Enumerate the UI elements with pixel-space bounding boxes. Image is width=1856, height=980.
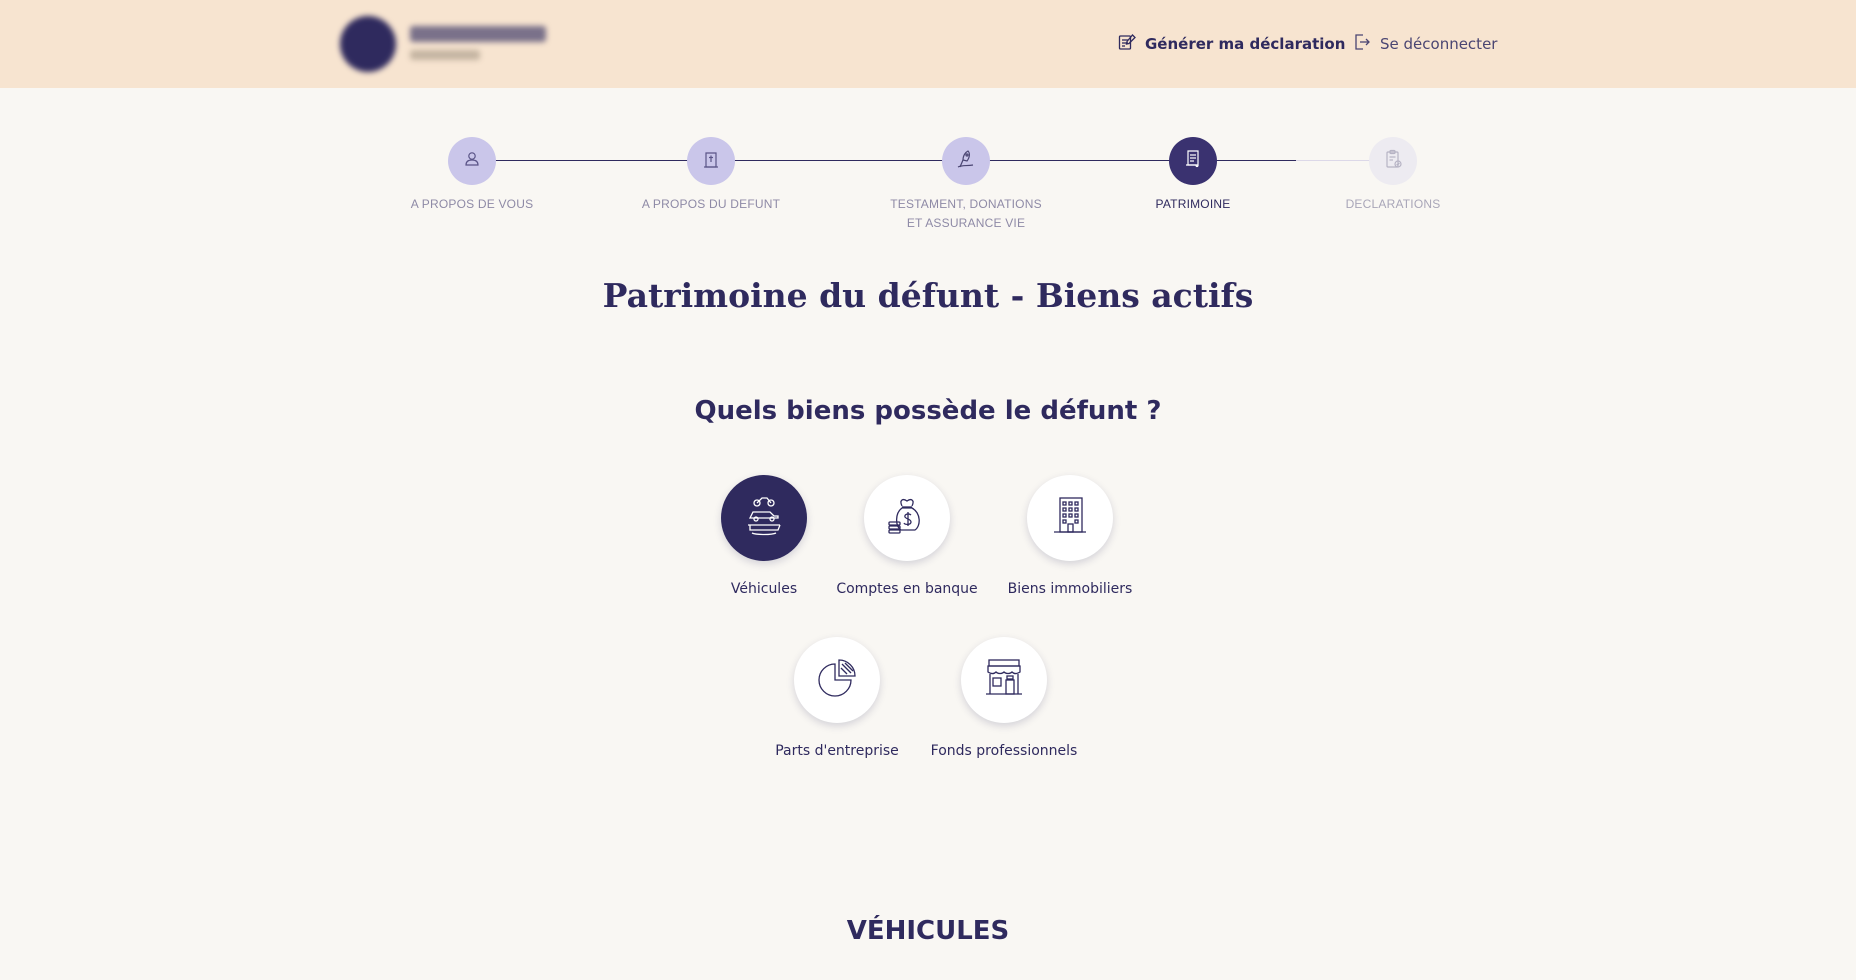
step-about-you[interactable]: A PROPOS DE VOUS: [382, 137, 562, 214]
logout-link[interactable]: Se déconnecter: [1352, 30, 1497, 58]
step-circle: [448, 137, 496, 185]
asset-circle: [1027, 475, 1113, 561]
tombstone-cross-icon: [699, 147, 723, 175]
asset-option-real-estate[interactable]: Biens immobiliers: [970, 475, 1170, 597]
generate-declaration-label: Générer ma déclaration: [1145, 35, 1346, 53]
asset-label: Fonds professionnels: [930, 743, 1078, 759]
asset-option-business-funds[interactable]: Fonds professionnels: [904, 637, 1104, 759]
step-label: A PROPOS DE VOUS: [382, 195, 562, 214]
brand-logo[interactable]: [340, 14, 550, 74]
step-label: A PROPOS DU DEFUNT: [621, 195, 801, 214]
asset-label: Biens immobiliers: [1007, 581, 1133, 597]
generate-declaration-link[interactable]: Générer ma déclaration: [1117, 30, 1345, 58]
step-label-line: DECLARATIONS: [1345, 197, 1441, 211]
asset-circle: [864, 475, 950, 561]
edit-document-icon: [1117, 32, 1137, 56]
logo-wordmark: [410, 26, 546, 42]
step-label-line: TESTAMENT, DONATIONS: [890, 197, 1042, 211]
pie-chart-icon: [813, 654, 861, 706]
person-icon: [460, 147, 484, 175]
scroll-icon: [1181, 147, 1205, 175]
storefront-icon: [980, 654, 1028, 706]
asset-circle: [961, 637, 1047, 723]
step-label: TESTAMENT, DONATIONS ET ASSURANCE VIE: [876, 195, 1056, 233]
logo-tagline: [410, 50, 480, 60]
step-circle: [687, 137, 735, 185]
step-circle: [1169, 137, 1217, 185]
step-label: PATRIMOINE: [1103, 195, 1283, 214]
quill-icon: [954, 147, 978, 175]
money-bag-icon: [883, 492, 931, 544]
step-label-line: A PROPOS DE VOUS: [410, 197, 534, 211]
step-circle: [1369, 137, 1417, 185]
page-title: Patrimoine du défunt - Biens actifs: [602, 276, 1254, 315]
step-label-line: A PROPOS DU DEFUNT: [641, 197, 781, 211]
section-heading-vehicles: VÉHICULES: [846, 916, 1010, 946]
asset-circle: [794, 637, 880, 723]
clipboard-check-icon: [1381, 147, 1405, 175]
step-testament[interactable]: TESTAMENT, DONATIONS ET ASSURANCE VIE: [876, 137, 1056, 233]
step-label-line: PATRIMOINE: [1155, 197, 1231, 211]
logout-label: Se déconnecter: [1380, 35, 1498, 53]
step-declarations[interactable]: DECLARATIONS: [1303, 137, 1483, 214]
step-patrimoine[interactable]: PATRIMOINE: [1103, 137, 1283, 214]
asset-circle: [721, 475, 807, 561]
vehicles-icon: [740, 492, 788, 544]
logout-icon: [1352, 32, 1372, 56]
step-label-line: ET ASSURANCE VIE: [906, 216, 1026, 230]
top-header: Générer ma déclaration Se déconnecter: [0, 0, 1856, 88]
step-about-deceased[interactable]: A PROPOS DU DEFUNT: [621, 137, 801, 214]
assets-question: Quels biens possède le défunt ?: [694, 396, 1162, 426]
building-icon: [1046, 492, 1094, 544]
step-label: DECLARATIONS: [1303, 195, 1483, 214]
step-circle: [942, 137, 990, 185]
logo-mark: [340, 16, 396, 72]
